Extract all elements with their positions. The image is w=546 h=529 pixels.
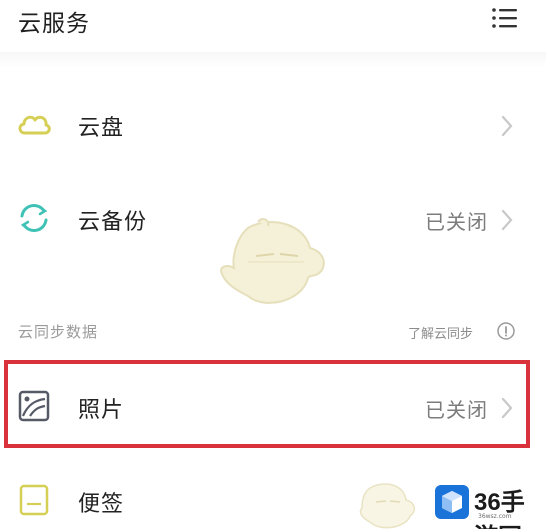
site-watermark: 36手游网 36wsz.com [430, 478, 546, 529]
cloud-services-screen: 云服务 云盘 云备份 已关闭 云同步数据 了解云同步 照片 已关闭 便签 36手… [0, 0, 546, 529]
mascot-watermark-icon [218, 218, 330, 310]
cloud-backup-label: 云备份 [78, 210, 148, 235]
section-title: 云同步数据 [18, 323, 99, 341]
cube-logo-icon [435, 485, 469, 519]
list-menu-icon[interactable] [490, 6, 520, 32]
notes-label: 便签 [78, 492, 125, 517]
cloud-drive-row[interactable]: 云盘 [0, 90, 546, 162]
cloud-icon [16, 106, 52, 142]
chevron-right-icon [500, 114, 514, 138]
highlight-annotation-box [4, 360, 530, 448]
sync-icon [16, 200, 52, 236]
chevron-right-icon [500, 208, 514, 232]
mascot-watermark-icon [356, 480, 418, 529]
page-title: 云服务 [18, 11, 90, 37]
watermark-text: 36手游网 [474, 489, 525, 529]
header-divider [0, 52, 546, 68]
info-icon[interactable] [496, 321, 516, 341]
learn-cloud-sync-link[interactable]: 了解云同步 [408, 323, 473, 342]
cloud-backup-status: 已关闭 [425, 210, 488, 234]
header: 云服务 [0, 0, 546, 44]
watermark-subtext: 36wsz.com [478, 513, 512, 520]
note-icon [16, 482, 52, 518]
cloud-drive-label: 云盘 [78, 116, 125, 141]
